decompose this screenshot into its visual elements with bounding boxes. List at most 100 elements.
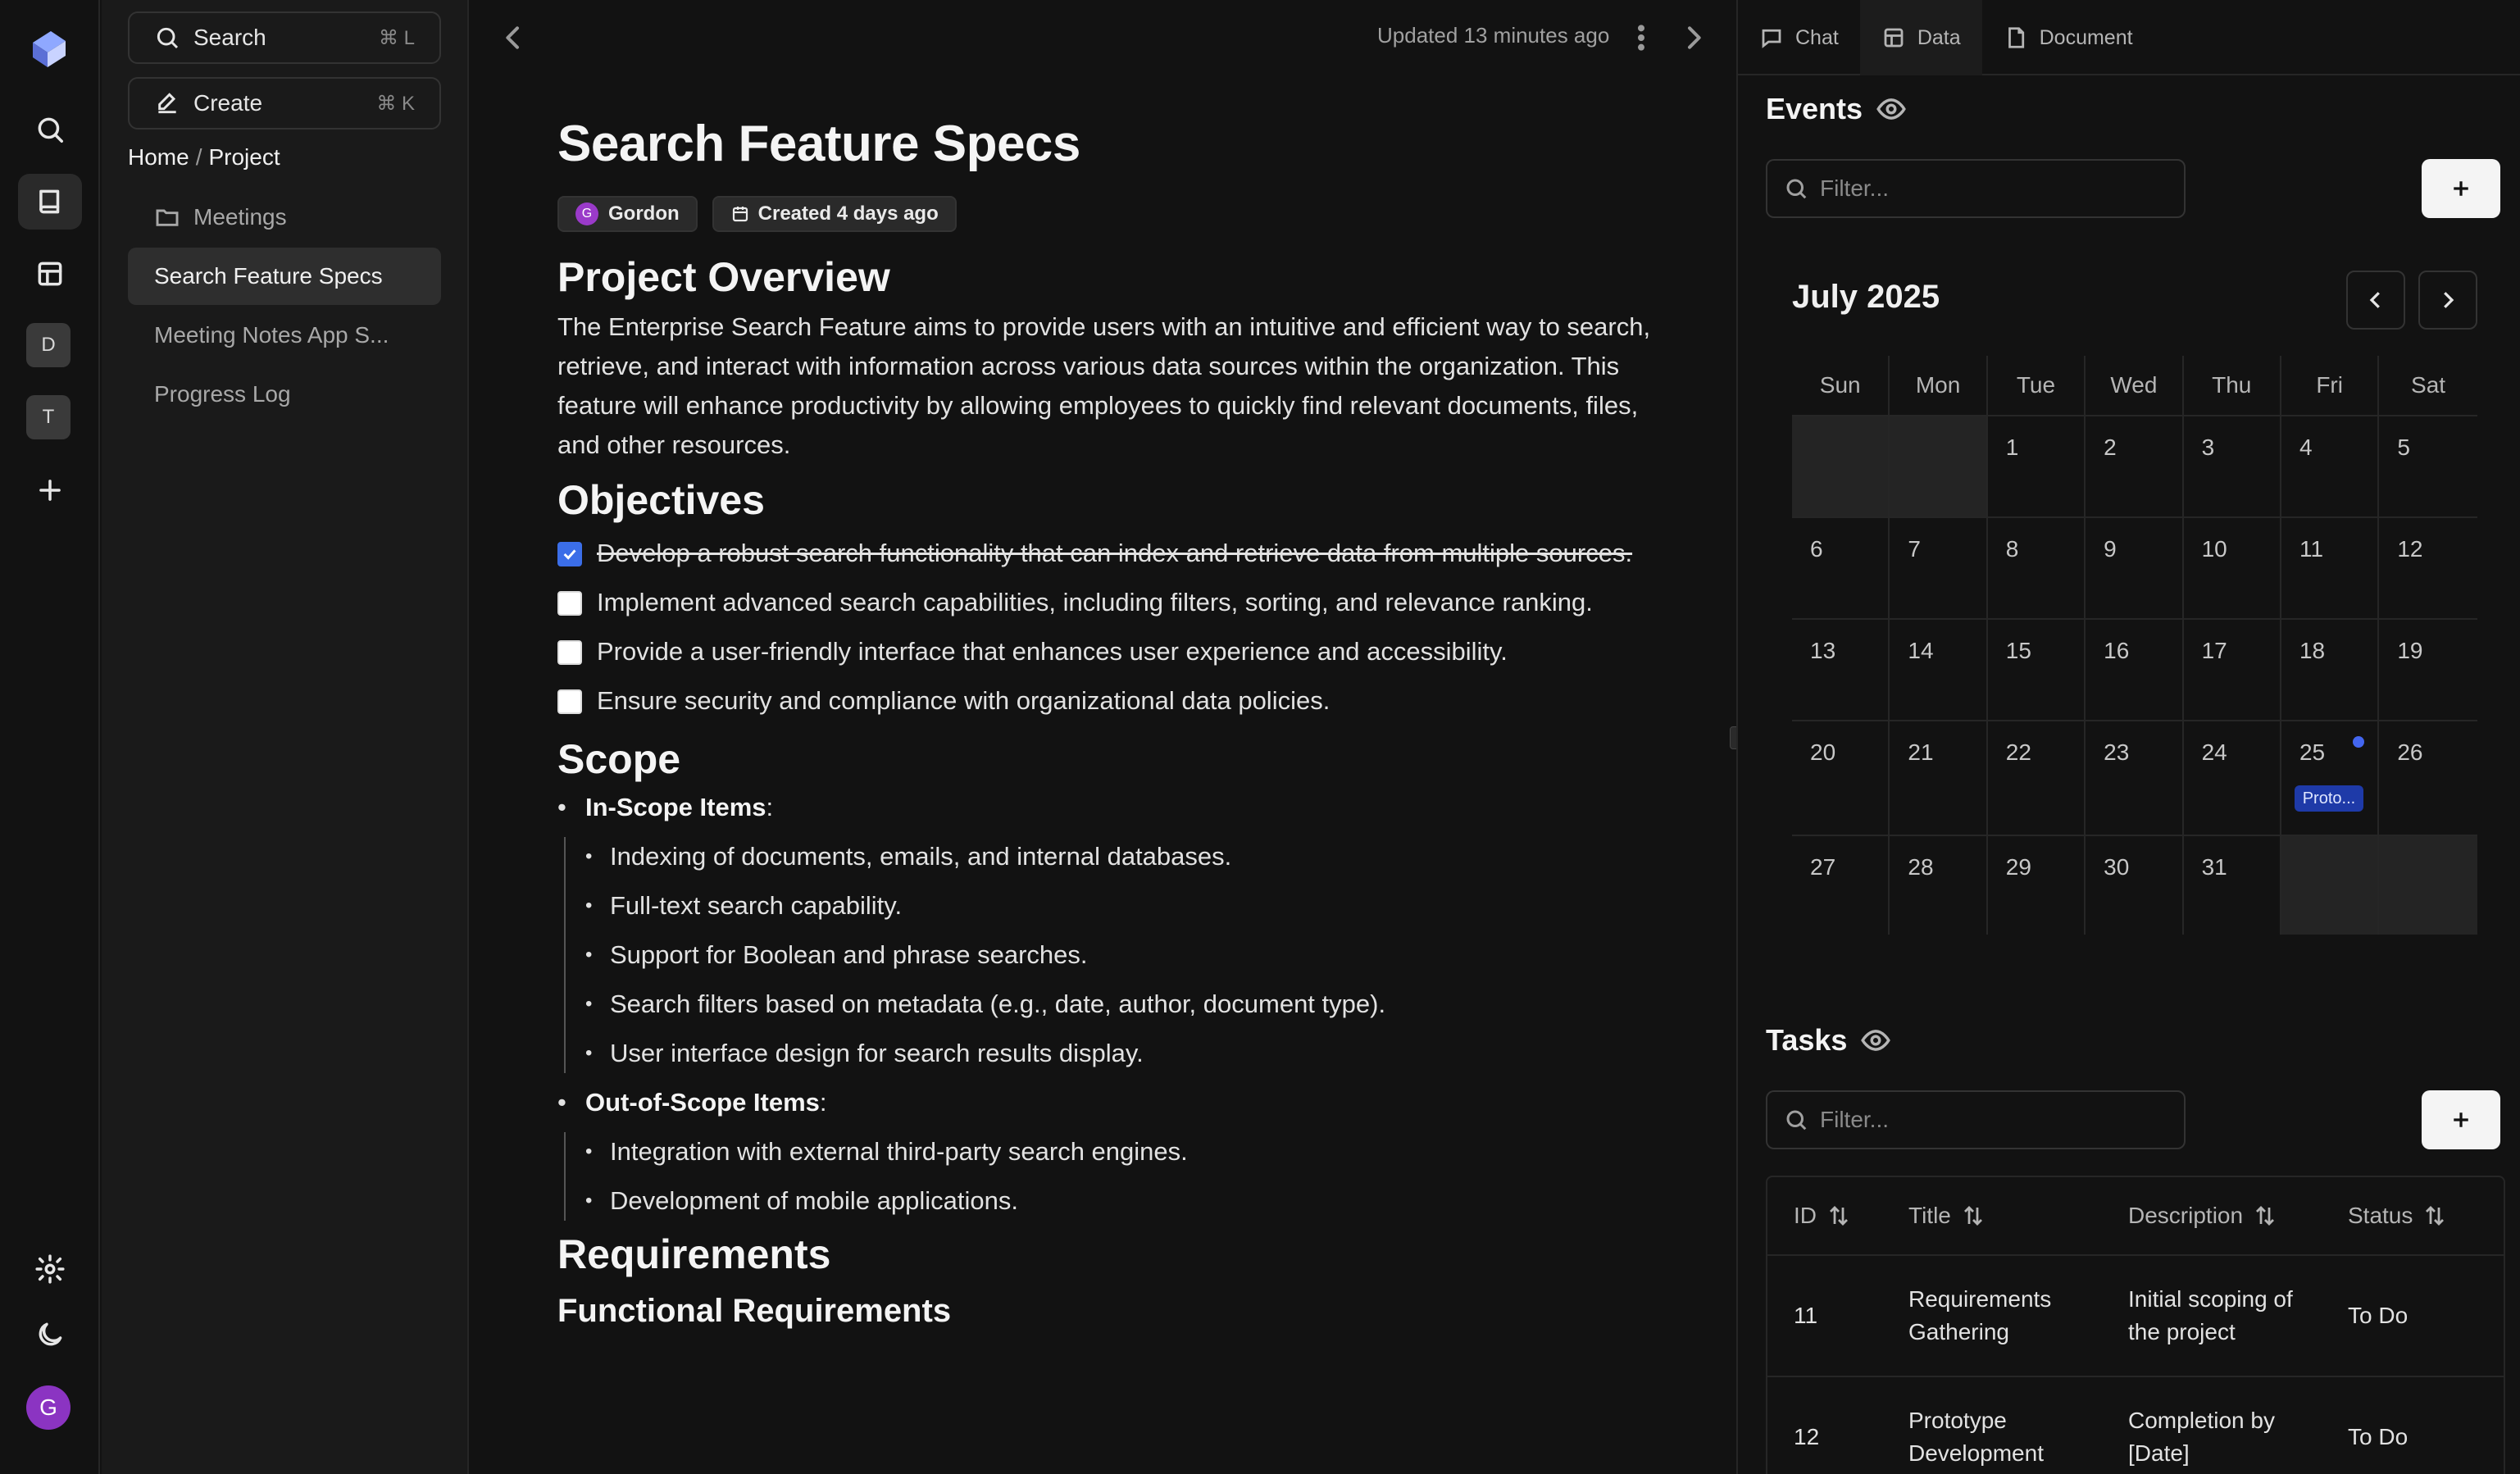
right-panel: Chat Data Document Events July 2025 Sun …: [1736, 0, 2520, 1474]
table-row[interactable]: 12 Prototype Development Completion by […: [1767, 1377, 2504, 1474]
user-avatar[interactable]: G: [26, 1385, 71, 1430]
book-icon[interactable]: [18, 174, 82, 230]
calendar-empty-cell: [1792, 415, 1890, 516]
objective-checkbox[interactable]: [557, 640, 582, 665]
calendar-day-cell[interactable]: 27: [1792, 835, 1890, 935]
table-icon[interactable]: [18, 246, 82, 302]
calendar-day-cell[interactable]: 23: [2086, 720, 2184, 835]
calendar-day-cell[interactable]: 12: [2379, 516, 2477, 618]
table-row[interactable]: 11 Requirements Gathering Initial scopin…: [1767, 1256, 2504, 1377]
objective-checkbox[interactable]: [557, 591, 582, 616]
in-scope-list: • Indexing of documents, emails, and inte…: [564, 837, 1656, 1073]
sidebar-create-button[interactable]: Create ⌘ K: [128, 77, 441, 130]
calendar-day-cell[interactable]: 11: [2281, 516, 2380, 618]
list-item: • In-Scope Items:: [557, 788, 1656, 827]
eye-icon[interactable]: [1876, 93, 1907, 125]
calendar-day-cell[interactable]: 7: [1890, 516, 1988, 618]
more-options-icon[interactable]: [1625, 21, 1658, 54]
calendar-day-cell[interactable]: 16: [2086, 618, 2184, 720]
objective-text: Develop a robust search functionality th…: [597, 539, 1633, 567]
add-task-button[interactable]: [2422, 1090, 2500, 1149]
calendar-day-cell[interactable]: 19: [2379, 618, 2477, 720]
list-item-text: User interface design for search results…: [610, 1039, 1144, 1067]
calendar-day-number: 8: [2005, 536, 2019, 562]
sidebar-item-progress-log[interactable]: Progress Log: [128, 366, 441, 423]
page-title[interactable]: Search Feature Specs: [557, 115, 1656, 173]
dark-mode-moon-icon[interactable]: [18, 1307, 82, 1363]
calendar-day-cell[interactable]: 26: [2379, 720, 2477, 835]
forward-chevron-icon[interactable]: [1677, 21, 1710, 54]
calendar-day-cell[interactable]: 25 Proto...: [2281, 720, 2380, 835]
column-header-description[interactable]: Description: [2102, 1177, 2322, 1254]
tasks-filter-input[interactable]: [1820, 1107, 2164, 1133]
calendar-prev-button[interactable]: [2346, 271, 2405, 330]
calendar-day-cell[interactable]: 1: [1987, 415, 2086, 516]
calendar-day-cell[interactable]: 14: [1890, 618, 1988, 720]
column-header-title[interactable]: Title: [1882, 1177, 2102, 1254]
calendar-day-cell[interactable]: 24: [2183, 720, 2281, 835]
calendar-day-cell[interactable]: 8: [1987, 516, 2086, 618]
sort-arrows-icon: [2426, 1206, 2445, 1226]
task-description: Initial scoping of the project: [2128, 1286, 2293, 1344]
settings-gear-icon[interactable]: [18, 1241, 82, 1297]
objective-checkbox[interactable]: [557, 689, 582, 714]
calendar-day-cell[interactable]: 3: [2183, 415, 2281, 516]
calendar-day-number: 11: [2299, 536, 2324, 562]
calendar-day-number: 18: [2299, 638, 2326, 663]
calendar-day-number: 12: [2397, 536, 2423, 562]
calendar-day-cell[interactable]: 9: [2086, 516, 2184, 618]
sidebar: Search ⌘ L Create ⌘ K Home / Project Meeti…: [102, 0, 469, 1474]
objective-checkbox-checked[interactable]: [557, 542, 582, 566]
calendar-day-cell[interactable]: 28: [1890, 835, 1988, 935]
tab-document[interactable]: Document: [1982, 0, 2154, 75]
tasks-filter-field[interactable]: [1766, 1090, 2186, 1149]
tab-chat[interactable]: Chat: [1738, 0, 1860, 75]
add-workspace-icon[interactable]: [18, 462, 82, 518]
sidebar-item-search-feature-specs[interactable]: Search Feature Specs: [128, 248, 441, 305]
calendar-day-cell[interactable]: 21: [1890, 720, 1988, 835]
calendar-day-cell[interactable]: 2: [2086, 415, 2184, 516]
workspace-t-avatar[interactable]: T: [26, 395, 71, 439]
events-filter-field[interactable]: [1766, 159, 2186, 218]
column-header-id[interactable]: ID: [1767, 1177, 1882, 1254]
plus-icon: [2454, 1112, 2468, 1127]
calendar-day-cell[interactable]: 29: [1987, 835, 2086, 935]
back-chevron-icon[interactable]: [497, 21, 530, 54]
sidebar-item-meetings[interactable]: Meetings: [128, 189, 441, 246]
breadcrumb-project[interactable]: Project: [208, 144, 280, 170]
breadcrumb-home[interactable]: Home: [128, 144, 189, 170]
workspace-d-avatar[interactable]: D: [26, 323, 71, 367]
calendar-day-cell[interactable]: 13: [1792, 618, 1890, 720]
author-pill[interactable]: G Gordon: [557, 196, 698, 232]
calendar-day-number: 17: [2201, 638, 2227, 663]
tab-data[interactable]: Data: [1859, 0, 1982, 75]
calendar-day-cell[interactable]: 31: [2183, 835, 2281, 935]
calendar-day-cell[interactable]: 15: [1987, 618, 2086, 720]
sidebar-item-label: Meetings: [193, 204, 287, 230]
calendar-day-cell[interactable]: 22: [1987, 720, 2086, 835]
calendar-event-chip[interactable]: Proto...: [2294, 785, 2363, 812]
calendar-day-cell[interactable]: 17: [2183, 618, 2281, 720]
calendar-day-cell[interactable]: 30: [2086, 835, 2184, 935]
sidebar-search-button[interactable]: Search ⌘ L: [128, 11, 441, 64]
column-header-status[interactable]: Status: [2322, 1177, 2507, 1254]
calendar-day-cell[interactable]: 5: [2379, 415, 2477, 516]
tab-label: Document: [2039, 25, 2133, 49]
app-logo-icon[interactable]: [25, 25, 72, 72]
calendar-day-number: 28: [1908, 854, 1934, 880]
search-icon[interactable]: [18, 102, 82, 157]
calendar-day-cell[interactable]: 6: [1792, 516, 1890, 618]
eye-icon[interactable]: [1860, 1025, 1891, 1056]
calendar-day-cell[interactable]: 18: [2281, 618, 2380, 720]
add-event-button[interactable]: [2422, 159, 2500, 218]
calendar-day-cell[interactable]: 20: [1792, 720, 1890, 835]
task-status: To Do: [2348, 1303, 2409, 1328]
calendar-next-button[interactable]: [2418, 271, 2477, 330]
calendar-day-cell[interactable]: 10: [2183, 516, 2281, 618]
list-item: • Support for Boolean and phrase searches…: [585, 935, 1656, 975]
document-body[interactable]: Search Feature Specs G Gordon Created 4 …: [557, 115, 1656, 1330]
sidebar-item-meeting-notes[interactable]: Meeting Notes App S...: [128, 307, 441, 364]
events-filter-input[interactable]: [1820, 175, 2164, 202]
sort-arrows-icon: [2256, 1206, 2275, 1226]
calendar-day-cell[interactable]: 4: [2281, 415, 2380, 516]
